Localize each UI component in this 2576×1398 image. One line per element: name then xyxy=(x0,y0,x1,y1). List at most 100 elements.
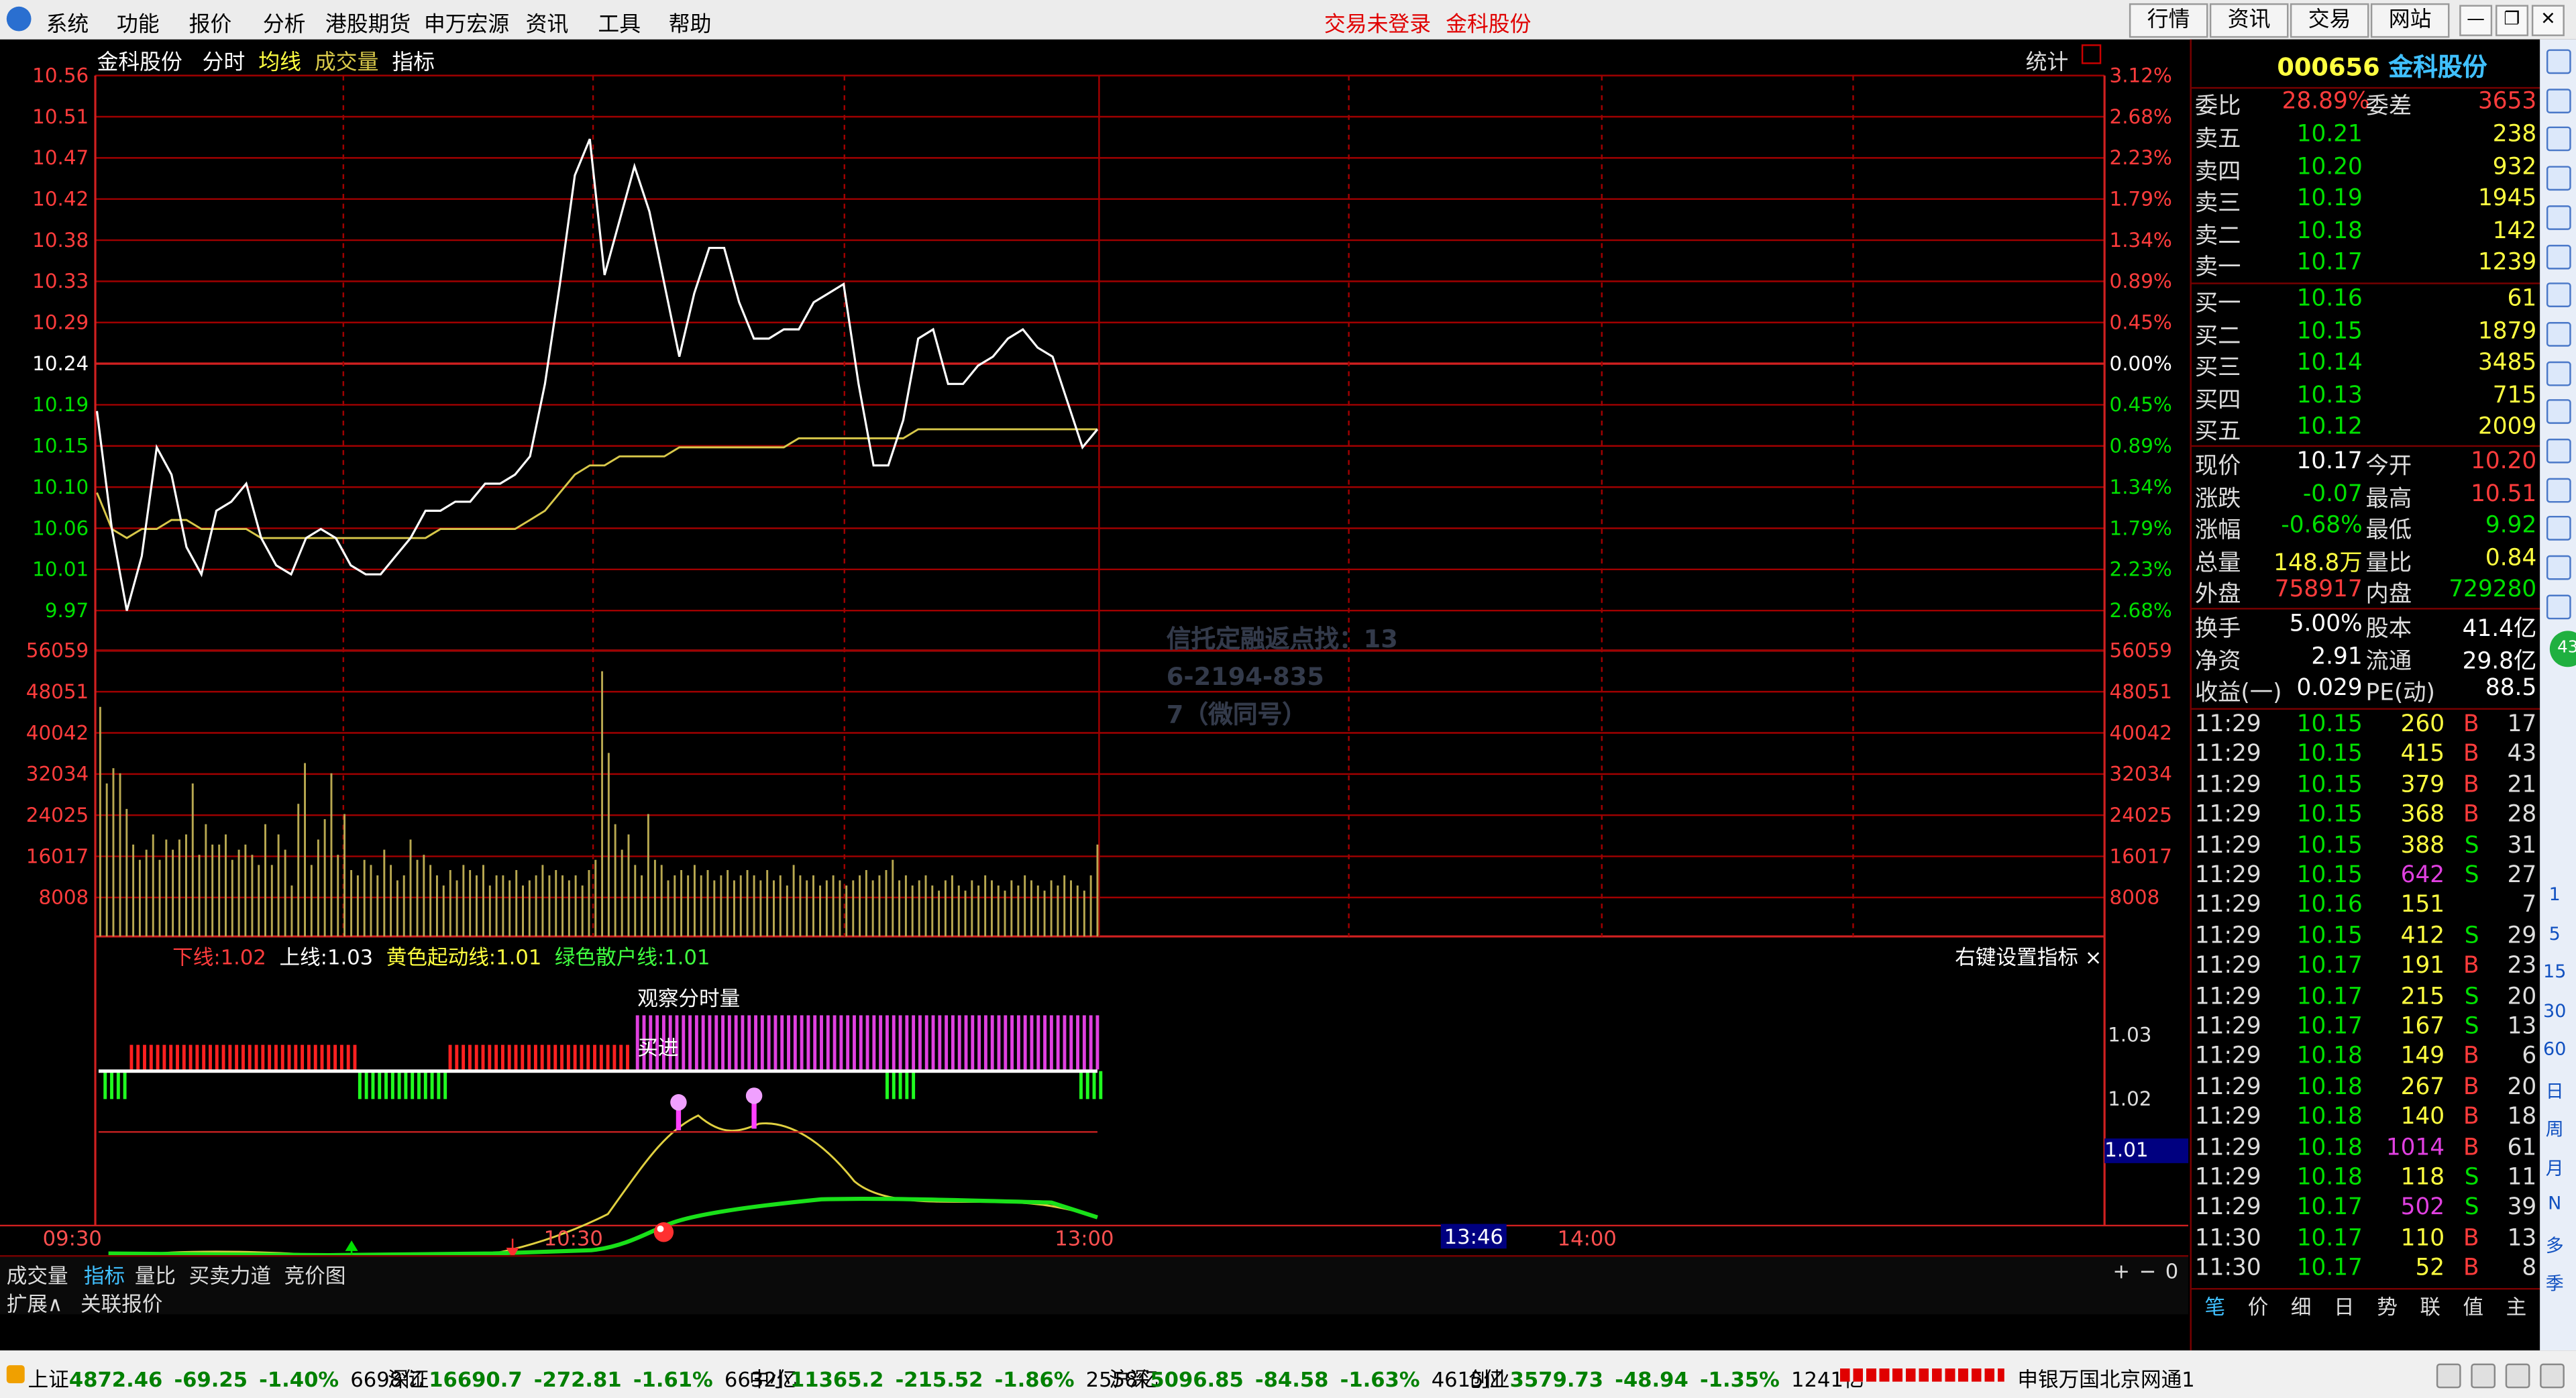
menu-hk-futures[interactable]: 港股期货 xyxy=(325,7,411,38)
scope-icon[interactable] xyxy=(2546,594,2571,619)
bid-row: 买三 10.14 3485 xyxy=(2194,350,2537,382)
stats-button[interactable]: 统计 xyxy=(2026,44,2069,76)
close-icon[interactable]: ✕ xyxy=(2531,5,2565,36)
quote-tab[interactable]: 联 xyxy=(2420,1289,2440,1321)
candle-icon[interactable] xyxy=(2546,282,2571,308)
index-0[interactable]: 上证4872.46 -69.25 -1.40% 6698亿 xyxy=(28,1362,435,1393)
menu-news[interactable]: 资讯 xyxy=(526,7,569,38)
period-button[interactable]: 月 xyxy=(2540,1154,2569,1180)
shield-icon[interactable] xyxy=(2471,1363,2496,1389)
notification-badge[interactable]: 43 xyxy=(2549,631,2576,667)
period-button[interactable]: 日 xyxy=(2540,1077,2569,1103)
quote-tab[interactable]: 势 xyxy=(2377,1289,2398,1321)
fundamental-row: 收益(一) 0.029 PE(动) 88.5 xyxy=(2194,675,2537,707)
down-icon[interactable] xyxy=(2546,127,2571,152)
ask-row: 卖四 10.20 932 xyxy=(2194,154,2537,185)
expand-bar: 扩展∧ 关联报价 xyxy=(0,1285,2189,1316)
tick-row: 11:29 10.15 260 B 17 xyxy=(2194,711,2537,738)
pct-tick: 1.34% xyxy=(2110,229,2172,252)
quote-tab[interactable]: 细 xyxy=(2291,1289,2312,1321)
quote-tab[interactable]: 值 xyxy=(2463,1289,2484,1321)
menu-help[interactable]: 帮助 xyxy=(669,7,712,38)
period-button[interactable]: N xyxy=(2540,1193,2569,1214)
zoom-out-button[interactable]: − xyxy=(2139,1258,2157,1283)
volume-tick-left: 24025 xyxy=(26,804,89,826)
restore-icon[interactable]: ❐ xyxy=(2496,5,2529,36)
clock-icon[interactable] xyxy=(2546,555,2571,580)
stat-row: 现价 10.17 今开 10.20 xyxy=(2194,448,2537,480)
index-1[interactable]: 深证16690.7 -272.81 -1.61% 6632亿 xyxy=(388,1362,809,1393)
period-button[interactable]: 季 xyxy=(2540,1270,2569,1296)
app-logo-icon xyxy=(6,6,32,32)
mail-icon[interactable] xyxy=(2436,1363,2461,1389)
menu-analysis[interactable]: 分析 xyxy=(263,7,306,38)
period-button[interactable]: 5 xyxy=(2540,922,2569,944)
login-status[interactable]: 交易未登录 xyxy=(1324,7,1431,38)
quote-tab[interactable]: 价 xyxy=(2248,1289,2269,1321)
volume-tick-right: 48051 xyxy=(2110,680,2172,703)
period-button[interactable]: 30 xyxy=(2540,1000,2569,1021)
quote-tab[interactable]: 笔 xyxy=(2205,1289,2226,1321)
period-button[interactable]: 多 xyxy=(2540,1232,2569,1258)
tick-row: 11:29 10.17 167 S 13 xyxy=(2194,1014,2537,1040)
volume-tick-right: 8008 xyxy=(2110,886,2160,909)
index-icon xyxy=(6,1365,25,1384)
f2-icon[interactable] xyxy=(2546,477,2571,502)
pct-tick: 2.23% xyxy=(2110,146,2172,169)
zoom-in-button[interactable]: + xyxy=(2112,1258,2130,1283)
quote-tab[interactable]: 主 xyxy=(2506,1289,2527,1321)
website-button[interactable]: 网站 xyxy=(2370,3,2450,38)
chart-icon[interactable] xyxy=(2546,166,2571,191)
tick-row: 11:29 10.16 151 7 xyxy=(2194,892,2537,919)
menu-tools[interactable]: 工具 xyxy=(598,7,641,38)
zoom-reset-button[interactable]: 0 xyxy=(2165,1258,2178,1283)
menu-system[interactable]: 系统 xyxy=(46,7,89,38)
back-icon[interactable] xyxy=(2546,49,2571,74)
menu-function[interactable]: 功能 xyxy=(117,7,160,38)
tick-row: 11:29 10.17 215 S 20 xyxy=(2194,983,2537,1010)
trade-button[interactable]: 交易 xyxy=(2290,3,2369,38)
grid-icon[interactable] xyxy=(2546,205,2571,230)
list-icon[interactable] xyxy=(2546,321,2571,347)
period-button[interactable]: 1 xyxy=(2540,884,2569,906)
price-tick: 10.33 xyxy=(32,270,89,292)
market-button[interactable]: 行情 xyxy=(2129,3,2208,38)
expand-button[interactable]: 扩展∧ xyxy=(7,1287,63,1318)
tab-avg-line[interactable]: 均线 xyxy=(258,51,301,76)
time-tick-1030: 10:30 xyxy=(543,1225,603,1250)
book-icon[interactable] xyxy=(2546,399,2571,425)
minimize-icon[interactable]: — xyxy=(2459,5,2493,36)
chart-header: 金科股份 分时 均线 成交量 指标 xyxy=(97,44,435,76)
tab-indicator[interactable]: 指标 xyxy=(392,51,435,76)
period-button[interactable]: 60 xyxy=(2540,1038,2569,1060)
pct-tick: 0.89% xyxy=(2110,270,2172,292)
menu-quote[interactable]: 报价 xyxy=(189,7,232,38)
ask-row: 卖三 10.19 1945 xyxy=(2194,186,2537,217)
period-button[interactable]: 周 xyxy=(2540,1116,2569,1142)
user-icon[interactable] xyxy=(2505,1363,2530,1389)
info-button[interactable]: 资讯 xyxy=(2209,3,2289,38)
index-3[interactable]: 沪深5096.85 -84.58 -1.63% 4615亿 xyxy=(1109,1362,1515,1393)
f10-icon[interactable] xyxy=(2546,360,2571,386)
menu-shenwan[interactable]: 申万宏源 xyxy=(424,7,509,38)
tab-timeshare[interactable]: 分时 xyxy=(203,51,246,76)
server-label[interactable]: 申银万国北京网通1 xyxy=(2017,1362,2194,1393)
quote-icon[interactable] xyxy=(2546,516,2571,541)
index-2[interactable]: 中小11365.2 -215.52 -1.86% 2558亿 xyxy=(749,1362,1171,1393)
related-quote-button[interactable]: 关联报价 xyxy=(80,1287,162,1318)
pct-tick: 1.34% xyxy=(2110,476,2172,498)
tick-row: 11:29 10.18 140 B 18 xyxy=(2194,1104,2537,1131)
intraday-chart[interactable]: 10.56 10.51 10.47 10.42 10.38 10.33 10.29 10.24… xyxy=(0,40,2189,1350)
up-icon[interactable] xyxy=(2546,88,2571,113)
line-icon[interactable] xyxy=(2546,244,2571,269)
chart-close-icon[interactable] xyxy=(2081,44,2102,64)
settings-icon[interactable] xyxy=(2540,1363,2565,1389)
period-button[interactable]: 15 xyxy=(2540,961,2569,983)
indicator-settings-button[interactable]: 右键设置指标 × xyxy=(1955,940,2102,971)
report-icon[interactable] xyxy=(2546,438,2571,464)
price-tick: 10.29 xyxy=(32,311,89,334)
pct-tick: 2.68% xyxy=(2110,599,2172,622)
index-4[interactable]: 创业3579.73 -48.94 -1.35% 1241亿 xyxy=(1468,1362,1875,1393)
tab-volume[interactable]: 成交量 xyxy=(315,51,379,76)
quote-tab[interactable]: 日 xyxy=(2334,1289,2355,1321)
